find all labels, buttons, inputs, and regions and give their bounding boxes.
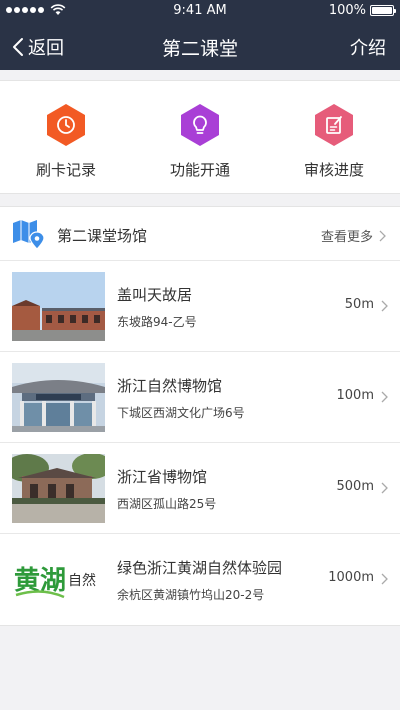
chevron-right-icon <box>381 573 388 585</box>
venue-address: 余杭区黄湖镇竹坞山20-2号 <box>117 588 265 602</box>
venue-list-item[interactable]: 黄 湖 自然 绿色浙江黄湖自然体验园 余杭区黄湖镇竹坞山20-2号 1000m <box>0 534 400 625</box>
clock-hexagon-icon <box>47 104 85 146</box>
edit-hexagon-icon <box>315 104 353 146</box>
review-progress-label: 审核进度 <box>303 161 364 179</box>
venue-distance: 50m <box>344 297 374 312</box>
venue-address: 西湖区孤山路25号 <box>117 497 217 511</box>
review-progress-button[interactable]: 审核进度 <box>279 103 389 180</box>
venue-header: 第二课堂场馆 查看更多 <box>0 207 400 261</box>
venue-name: 浙江自然博物馆 <box>117 377 223 395</box>
view-more-link[interactable]: 查看更多 <box>321 226 386 245</box>
venue-address: 下城区西湖文化广场6号 <box>117 406 245 420</box>
card-record-button[interactable]: 刷卡记录 <box>11 103 121 180</box>
feature-activation-label: 功能开通 <box>169 161 230 179</box>
bulb-hexagon-icon <box>181 104 219 146</box>
battery-percent: 100% <box>328 3 366 18</box>
venue-name: 绿色浙江黄湖自然体验园 <box>117 559 283 577</box>
chevron-right-icon <box>381 391 388 403</box>
venue-list-item[interactable]: 浙江省博物馆 西湖区孤山路25号 500m <box>0 443 400 534</box>
venue-distance: 500m <box>336 479 374 494</box>
venue-photo <box>12 272 105 341</box>
venue-list-item[interactable]: 浙江自然博物馆 下城区西湖文化广场6号 100m <box>0 352 400 443</box>
venue-distance: 100m <box>336 388 374 403</box>
view-more-label: 查看更多 <box>320 230 373 245</box>
venue-address: 东坡路94-乙号 <box>117 315 197 329</box>
venue-name: 盖叫天故居 <box>117 286 193 304</box>
status-bar: 9:41 AM 100% <box>0 0 400 22</box>
chevron-right-icon <box>379 230 386 241</box>
venue-photo <box>12 454 105 523</box>
feature-activation-button[interactable]: 功能开通 <box>145 103 255 180</box>
venue-photo <box>12 363 105 432</box>
map-pin-icon <box>13 220 45 250</box>
battery-group: 100% <box>328 3 396 18</box>
venue-list-item[interactable]: 盖叫天故居 东坡路94-乙号 50m <box>0 261 400 352</box>
venue-distance: 1000m <box>328 570 374 585</box>
svg-text:自然: 自然 <box>68 572 96 589</box>
navigation-bar: 返回 第二课堂 介绍 <box>0 22 400 70</box>
venue-section: 第二课堂场馆 查看更多 盖叫天故居 东坡路94-乙号 50m 浙江自然博物馆 下… <box>0 206 400 626</box>
card-record-label: 刷卡记录 <box>35 161 96 179</box>
venue-name: 浙江省博物馆 <box>117 468 208 486</box>
venue-section-title: 第二课堂场馆 <box>57 227 148 245</box>
huanghu-logo: 黄 湖 自然 <box>12 545 105 614</box>
battery-icon <box>370 5 396 16</box>
quick-actions: 刷卡记录 功能开通 审核进度 <box>0 80 400 194</box>
intro-button[interactable]: 介绍 <box>350 34 386 60</box>
chevron-right-icon <box>381 482 388 494</box>
page-title: 第二课堂 <box>161 38 238 60</box>
chevron-right-icon <box>381 300 388 312</box>
